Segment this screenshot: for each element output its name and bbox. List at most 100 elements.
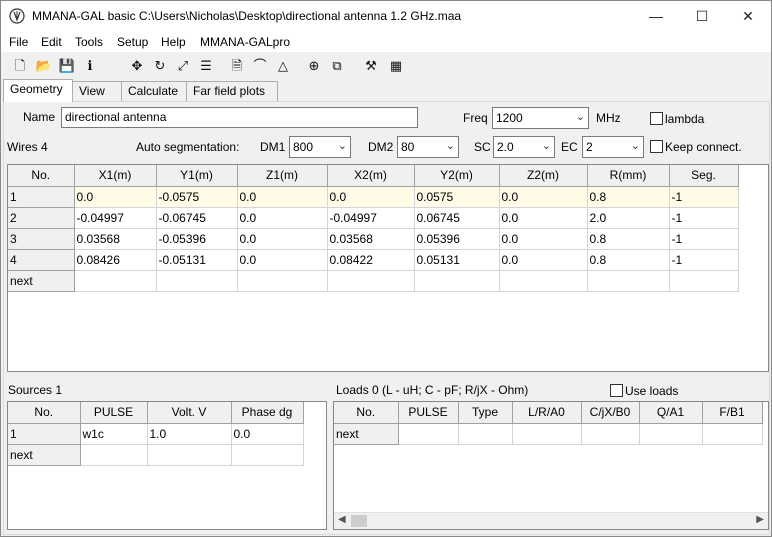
table-cell[interactable]: 2.0 bbox=[587, 207, 670, 229]
table-cell[interactable]: -1 bbox=[669, 228, 739, 250]
menu-setup[interactable]: Setup bbox=[117, 35, 148, 49]
table-cell[interactable]: -0.04997 bbox=[74, 207, 157, 229]
column-header[interactable]: No. bbox=[8, 402, 81, 424]
table-cell[interactable]: -1 bbox=[669, 186, 739, 208]
table-cell[interactable] bbox=[702, 423, 763, 445]
table-cell[interactable] bbox=[639, 423, 703, 445]
table-cell[interactable]: -0.06745 bbox=[156, 207, 238, 229]
table-cell[interactable]: 0.0 bbox=[237, 207, 328, 229]
column-header[interactable]: X2(m) bbox=[327, 165, 415, 187]
column-header[interactable]: X1(m) bbox=[74, 165, 157, 187]
table-cell[interactable]: 0.0575 bbox=[414, 186, 500, 208]
table-row[interactable]: 1 w1c 1.0 0.0 bbox=[8, 423, 304, 445]
row-header[interactable]: next bbox=[8, 270, 75, 292]
ec-select[interactable]: 2 ⌄ bbox=[582, 136, 644, 158]
table-cell[interactable]: 0.0 bbox=[237, 186, 328, 208]
menu-file[interactable]: File bbox=[9, 35, 28, 49]
table-cell[interactable]: 0.0 bbox=[327, 186, 415, 208]
tab-view[interactable]: View bbox=[72, 81, 122, 101]
table-cell[interactable] bbox=[147, 444, 232, 466]
table-cell[interactable] bbox=[458, 423, 513, 445]
close-button[interactable]: ✕ bbox=[725, 1, 771, 31]
table-cell[interactable] bbox=[499, 270, 588, 292]
tab-geometry[interactable]: Geometry bbox=[3, 79, 73, 102]
loads-grid[interactable]: No. PULSE Type L/R/A0 C/jX/B0 Q/A1 F/B1 … bbox=[333, 401, 769, 530]
column-header[interactable]: Q/A1 bbox=[639, 402, 703, 424]
wires-icon[interactable]: ☰ bbox=[197, 56, 215, 74]
column-header[interactable]: Type bbox=[458, 402, 513, 424]
lambda-checkbox[interactable] bbox=[650, 112, 663, 125]
table-cell[interactable] bbox=[80, 444, 148, 466]
table-cell[interactable]: 0.0 bbox=[499, 186, 588, 208]
table-cell[interactable]: 0.03568 bbox=[327, 228, 415, 250]
copy-icon[interactable]: ⧉ bbox=[328, 56, 346, 74]
scroll-right-icon[interactable]: ▶ bbox=[756, 514, 764, 525]
dm1-select[interactable]: 800 ⌄ bbox=[289, 136, 351, 158]
table-cell[interactable]: -0.0575 bbox=[156, 186, 238, 208]
menu-mmana-galpro[interactable]: MMANA-GALpro bbox=[200, 35, 290, 49]
wires-grid[interactable]: No. X1(m) Y1(m) Z1(m) X2(m) Y2(m) Z2(m) … bbox=[7, 164, 769, 372]
row-header[interactable]: 3 bbox=[8, 228, 75, 250]
table-cell[interactable] bbox=[398, 423, 459, 445]
row-header[interactable]: next bbox=[334, 423, 399, 445]
table-cell[interactable]: 0.0 bbox=[499, 249, 588, 271]
table-cell[interactable]: 0.8 bbox=[587, 249, 670, 271]
move-icon[interactable]: ✥ bbox=[128, 56, 146, 74]
table-row[interactable]: next bbox=[8, 270, 739, 292]
table-cell[interactable]: 0.03568 bbox=[74, 228, 157, 250]
table-cell[interactable] bbox=[587, 270, 670, 292]
save-icon[interactable]: 💾 bbox=[58, 56, 76, 74]
table-cell[interactable]: 0.0 bbox=[499, 207, 588, 229]
info-icon[interactable]: ℹ bbox=[81, 56, 99, 74]
column-header[interactable]: No. bbox=[8, 165, 75, 187]
menu-help[interactable]: Help bbox=[161, 35, 186, 49]
maximize-button[interactable]: ☐ bbox=[679, 1, 725, 31]
table-cell[interactable]: 1.0 bbox=[147, 423, 232, 445]
column-header[interactable]: L/R/A0 bbox=[512, 402, 582, 424]
open-folder-icon[interactable]: 📂 bbox=[35, 56, 53, 74]
column-header[interactable]: Y1(m) bbox=[156, 165, 238, 187]
loads-horizontal-scrollbar[interactable]: ◀ ▶ bbox=[334, 512, 768, 529]
table-cell[interactable]: 0.06745 bbox=[414, 207, 500, 229]
table-row[interactable]: 4 0.08426 -0.05131 0.0 0.08422 0.05131 0… bbox=[8, 249, 739, 271]
table-cell[interactable]: 0.08426 bbox=[74, 249, 157, 271]
table-cell[interactable]: -1 bbox=[669, 207, 739, 229]
table-cell[interactable]: 0.0 bbox=[499, 228, 588, 250]
table-cell[interactable] bbox=[231, 444, 304, 466]
document-icon[interactable]: 🗎 bbox=[228, 56, 246, 74]
column-header[interactable]: PULSE bbox=[80, 402, 148, 424]
crosshair-icon[interactable]: ⊕ bbox=[305, 56, 323, 74]
row-header[interactable]: 4 bbox=[8, 249, 75, 271]
triangle-icon[interactable]: △ bbox=[274, 56, 292, 74]
tab-calculate[interactable]: Calculate bbox=[121, 81, 187, 101]
column-header[interactable]: Y2(m) bbox=[414, 165, 500, 187]
column-header[interactable]: Phase dg bbox=[231, 402, 304, 424]
calculator-icon[interactable]: ▦ bbox=[387, 56, 405, 74]
table-cell[interactable] bbox=[237, 270, 328, 292]
row-header[interactable]: 2 bbox=[8, 207, 75, 229]
table-cell[interactable]: 0.8 bbox=[587, 186, 670, 208]
table-cell[interactable] bbox=[156, 270, 238, 292]
table-cell[interactable] bbox=[512, 423, 582, 445]
column-header[interactable]: C/jX/B0 bbox=[581, 402, 640, 424]
row-header[interactable]: next bbox=[8, 444, 81, 466]
keep-connect-checkbox[interactable] bbox=[650, 140, 663, 153]
minimize-button[interactable]: — bbox=[633, 1, 679, 31]
table-cell[interactable]: 0.0 bbox=[231, 423, 304, 445]
table-cell[interactable]: 0.0 bbox=[237, 228, 328, 250]
table-cell[interactable]: 0.05131 bbox=[414, 249, 500, 271]
table-row[interactable]: next bbox=[334, 423, 763, 445]
column-header[interactable]: R(mm) bbox=[587, 165, 670, 187]
tools-icon[interactable]: ⚒ bbox=[362, 56, 380, 74]
table-cell[interactable]: 0.08422 bbox=[327, 249, 415, 271]
tab-far-field-plots[interactable]: Far field plots bbox=[186, 81, 278, 101]
column-header[interactable]: Z1(m) bbox=[237, 165, 328, 187]
table-cell[interactable] bbox=[414, 270, 500, 292]
column-header[interactable]: Seg. bbox=[669, 165, 739, 187]
table-row[interactable]: 2 -0.04997 -0.06745 0.0 -0.04997 0.06745… bbox=[8, 207, 739, 229]
column-header[interactable]: PULSE bbox=[398, 402, 459, 424]
table-cell[interactable] bbox=[74, 270, 157, 292]
use-loads-checkbox[interactable] bbox=[610, 384, 623, 397]
menu-tools[interactable]: Tools bbox=[75, 35, 103, 49]
table-cell[interactable] bbox=[581, 423, 640, 445]
